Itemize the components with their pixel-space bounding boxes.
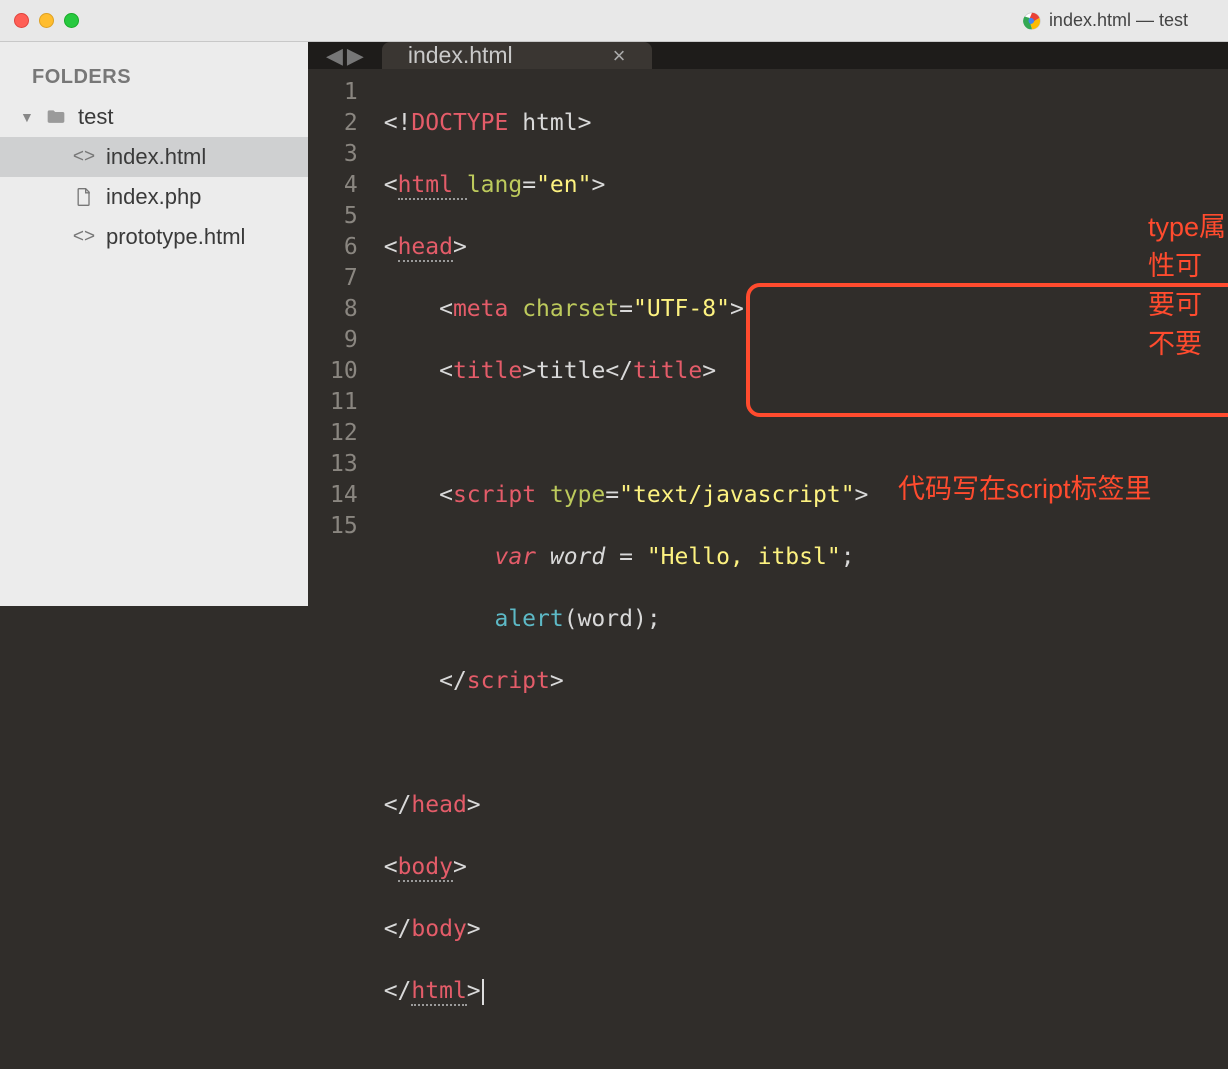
tab-index-html[interactable]: index.html × bbox=[382, 42, 652, 69]
sidebar-header: FOLDERS bbox=[0, 66, 308, 97]
code-line: <meta charset="UTF-8"> bbox=[384, 294, 869, 325]
minimize-window-button[interactable] bbox=[39, 13, 54, 28]
code-line: </body> bbox=[384, 914, 869, 945]
line-number: 7 bbox=[330, 263, 358, 294]
line-number: 12 bbox=[330, 418, 358, 449]
folder-label: test bbox=[78, 104, 113, 130]
line-number: 11 bbox=[330, 387, 358, 418]
nav-forward-icon[interactable]: ▶ bbox=[347, 43, 364, 69]
annotation-script-tag: 代码写在script标签里 bbox=[898, 467, 1152, 506]
line-number: 10 bbox=[330, 356, 358, 387]
code-line: <html lang="en"> bbox=[384, 170, 869, 201]
code-line: alert(word); bbox=[384, 604, 869, 635]
line-number: 2 bbox=[330, 108, 358, 139]
traffic-lights bbox=[0, 13, 79, 28]
line-number: 15 bbox=[330, 511, 358, 542]
code-line: <script type="text/javascript"> bbox=[384, 480, 869, 511]
window-title-text: index.html — test bbox=[1049, 10, 1188, 31]
editor-area: ◀ ▶ index.html × 1 2 3 4 5 6 7 8 9 10 11 bbox=[308, 42, 1228, 606]
line-number: 1 bbox=[330, 77, 358, 108]
line-number: 14 bbox=[330, 480, 358, 511]
folder-sidebar: FOLDERS ▼ test <> index.html index.php <… bbox=[0, 42, 308, 606]
line-number: 9 bbox=[330, 325, 358, 356]
code-line: </html> bbox=[384, 976, 869, 1007]
code-line: <title>title</title> bbox=[384, 356, 869, 387]
file-type-icon bbox=[1023, 12, 1041, 30]
file-label: index.php bbox=[106, 184, 201, 210]
close-tab-icon[interactable]: × bbox=[613, 43, 626, 69]
nav-arrows: ◀ ▶ bbox=[308, 43, 382, 69]
window-title: index.html — test bbox=[1023, 10, 1188, 31]
file-row-prototype-html[interactable]: <> prototype.html bbox=[0, 217, 308, 257]
line-number-gutter: 1 2 3 4 5 6 7 8 9 10 11 12 13 14 15 bbox=[308, 69, 372, 1069]
line-number: 13 bbox=[330, 449, 358, 480]
close-window-button[interactable] bbox=[14, 13, 29, 28]
tab-bar: ◀ ▶ index.html × bbox=[308, 42, 1228, 69]
code-line bbox=[384, 728, 869, 759]
file-label: index.html bbox=[106, 144, 206, 170]
line-number: 3 bbox=[330, 139, 358, 170]
window-titlebar: index.html — test bbox=[0, 0, 1228, 42]
zoom-window-button[interactable] bbox=[64, 13, 79, 28]
tab-label: index.html bbox=[408, 42, 513, 69]
file-row-index-html[interactable]: <> index.html bbox=[0, 137, 308, 177]
annotation-type-attribute: type属性可要可不要 bbox=[1148, 205, 1228, 361]
code-line: </script> bbox=[384, 666, 869, 697]
code-line: var word = "Hello, itbsl"; bbox=[384, 542, 869, 573]
line-number: 8 bbox=[330, 294, 358, 325]
file-label: prototype.html bbox=[106, 224, 245, 250]
code-file-icon: <> bbox=[72, 226, 96, 248]
code-file-icon: <> bbox=[72, 146, 96, 168]
code-line bbox=[384, 418, 869, 449]
line-number: 5 bbox=[330, 201, 358, 232]
line-number: 6 bbox=[330, 232, 358, 263]
file-row-index-php[interactable]: index.php bbox=[0, 177, 308, 217]
code-line: </head> bbox=[384, 790, 869, 821]
nav-back-icon[interactable]: ◀ bbox=[326, 43, 343, 69]
code-editor[interactable]: <!DOCTYPE html> <html lang="en"> <head> … bbox=[372, 69, 869, 1069]
generic-file-icon bbox=[72, 186, 96, 208]
folder-icon bbox=[44, 107, 68, 127]
text-cursor bbox=[482, 979, 484, 1005]
code-line: <body> bbox=[384, 852, 869, 883]
line-number: 4 bbox=[330, 170, 358, 201]
code-line: <head> bbox=[384, 232, 869, 263]
disclosure-triangle-icon[interactable]: ▼ bbox=[20, 109, 34, 125]
code-line: <!DOCTYPE html> bbox=[384, 108, 869, 139]
folder-row-test[interactable]: ▼ test bbox=[0, 97, 308, 137]
